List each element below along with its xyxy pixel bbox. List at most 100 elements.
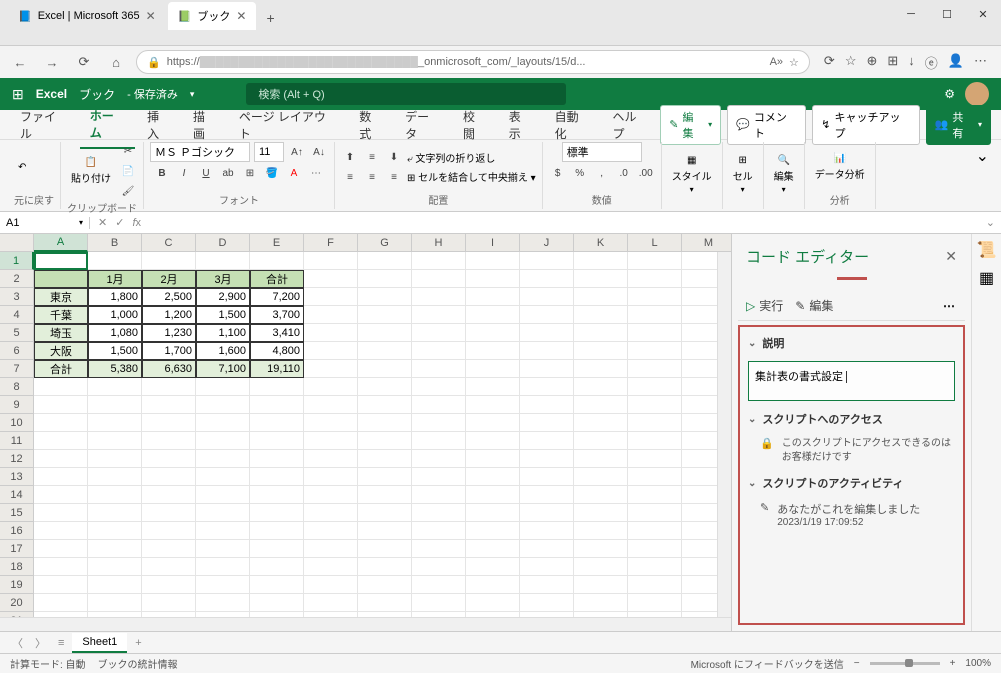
cell[interactable]	[520, 360, 574, 378]
minimize-button[interactable]: ─	[893, 0, 929, 28]
cell[interactable]	[304, 360, 358, 378]
cell[interactable]	[304, 306, 358, 324]
underline-button[interactable]: U	[197, 164, 215, 182]
cell[interactable]	[466, 288, 520, 306]
cell[interactable]	[520, 288, 574, 306]
tab-view[interactable]: 表示	[499, 102, 543, 148]
cell[interactable]	[520, 270, 574, 288]
cell[interactable]: 7,200	[250, 288, 304, 306]
cell[interactable]	[88, 504, 142, 522]
cell[interactable]	[520, 432, 574, 450]
tab-file[interactable]: ファイル	[10, 102, 78, 148]
cell[interactable]	[34, 252, 88, 270]
cell[interactable]	[358, 324, 412, 342]
cell[interactable]	[466, 378, 520, 396]
description-input[interactable]: 集計表の書式設定	[748, 361, 955, 401]
row-header[interactable]: 11	[0, 432, 34, 450]
cell[interactable]	[574, 504, 628, 522]
fill-color-button[interactable]: 🪣	[263, 164, 281, 182]
cell[interactable]	[466, 558, 520, 576]
cell[interactable]	[358, 594, 412, 612]
cell[interactable]	[628, 522, 682, 540]
spreadsheet-grid[interactable]: ABCDEFGHIJKLM121月2月3月合計3東京1,8002,5002,90…	[0, 234, 731, 631]
cell[interactable]	[88, 450, 142, 468]
cell[interactable]	[304, 432, 358, 450]
row-header[interactable]: 13	[0, 468, 34, 486]
decrease-font-icon[interactable]: A↓	[310, 143, 328, 161]
row-header[interactable]: 2	[0, 270, 34, 288]
cell[interactable]	[466, 252, 520, 270]
cells-button[interactable]: ⊞セル▾	[729, 153, 757, 196]
cell[interactable]: 1,230	[142, 324, 196, 342]
cell[interactable]	[358, 540, 412, 558]
cell[interactable]	[574, 288, 628, 306]
cell[interactable]	[34, 414, 88, 432]
cell[interactable]	[88, 396, 142, 414]
cell[interactable]	[520, 378, 574, 396]
cell[interactable]	[358, 378, 412, 396]
column-header[interactable]: B	[88, 234, 142, 252]
tab-review[interactable]: 校閲	[453, 102, 497, 148]
cell[interactable]: 大阪	[34, 342, 88, 360]
feedback-link[interactable]: Microsoft にフィードバックを送信	[691, 656, 844, 671]
cell[interactable]: 3月	[196, 270, 250, 288]
cell[interactable]	[574, 468, 628, 486]
cell[interactable]	[142, 468, 196, 486]
cell[interactable]	[142, 252, 196, 270]
edit-mode-button[interactable]: ✎ 編集 ▾	[660, 105, 721, 145]
cell[interactable]	[196, 252, 250, 270]
row-header[interactable]: 15	[0, 504, 34, 522]
cell[interactable]	[466, 522, 520, 540]
cell[interactable]	[34, 378, 88, 396]
cell[interactable]	[628, 360, 682, 378]
back-button[interactable]: ←	[8, 50, 32, 74]
cell[interactable]	[196, 504, 250, 522]
cell[interactable]	[304, 450, 358, 468]
cell[interactable]	[466, 414, 520, 432]
cell[interactable]	[628, 576, 682, 594]
row-header[interactable]: 10	[0, 414, 34, 432]
menu-icon[interactable]: ⋯	[974, 53, 987, 72]
merge-center-button[interactable]: ⊞ セルを結合して中央揃え ▾	[407, 169, 536, 184]
cell[interactable]	[412, 504, 466, 522]
row-header[interactable]: 17	[0, 540, 34, 558]
maximize-button[interactable]: ☐	[929, 0, 965, 28]
cell[interactable]	[466, 306, 520, 324]
cell[interactable]	[628, 432, 682, 450]
cell[interactable]	[142, 378, 196, 396]
cell[interactable]	[412, 396, 466, 414]
cell[interactable]	[628, 306, 682, 324]
cell[interactable]: 1,200	[142, 306, 196, 324]
cell[interactable]	[304, 324, 358, 342]
cell[interactable]	[88, 486, 142, 504]
cell[interactable]: 2,900	[196, 288, 250, 306]
cell[interactable]	[520, 306, 574, 324]
styles-button[interactable]: ▦スタイル▾	[668, 153, 716, 196]
fx-icon[interactable]: fx	[132, 217, 141, 229]
sheet-list-icon[interactable]: ≡	[54, 637, 68, 649]
cell[interactable]	[88, 414, 142, 432]
cell[interactable]	[412, 576, 466, 594]
cell[interactable]	[412, 450, 466, 468]
strike-button[interactable]: ab	[219, 164, 237, 182]
data-analysis-button[interactable]: 📊データ分析	[811, 151, 869, 183]
number-format-select[interactable]	[562, 142, 642, 162]
cell[interactable]	[196, 414, 250, 432]
cell[interactable]	[304, 486, 358, 504]
cell[interactable]: 1,700	[142, 342, 196, 360]
cell[interactable]	[628, 594, 682, 612]
cell[interactable]: 1月	[88, 270, 142, 288]
cell[interactable]	[358, 414, 412, 432]
cell[interactable]	[250, 252, 304, 270]
cell[interactable]	[196, 468, 250, 486]
cell[interactable]: 合計	[250, 270, 304, 288]
decimal-inc-icon[interactable]: .0	[615, 164, 633, 182]
cell[interactable]	[412, 558, 466, 576]
cell[interactable]	[358, 486, 412, 504]
cell[interactable]	[358, 270, 412, 288]
zoom-level[interactable]: 100%	[965, 658, 991, 669]
cell[interactable]	[628, 414, 682, 432]
cell[interactable]	[628, 486, 682, 504]
cell[interactable]	[34, 468, 88, 486]
cell[interactable]	[196, 432, 250, 450]
